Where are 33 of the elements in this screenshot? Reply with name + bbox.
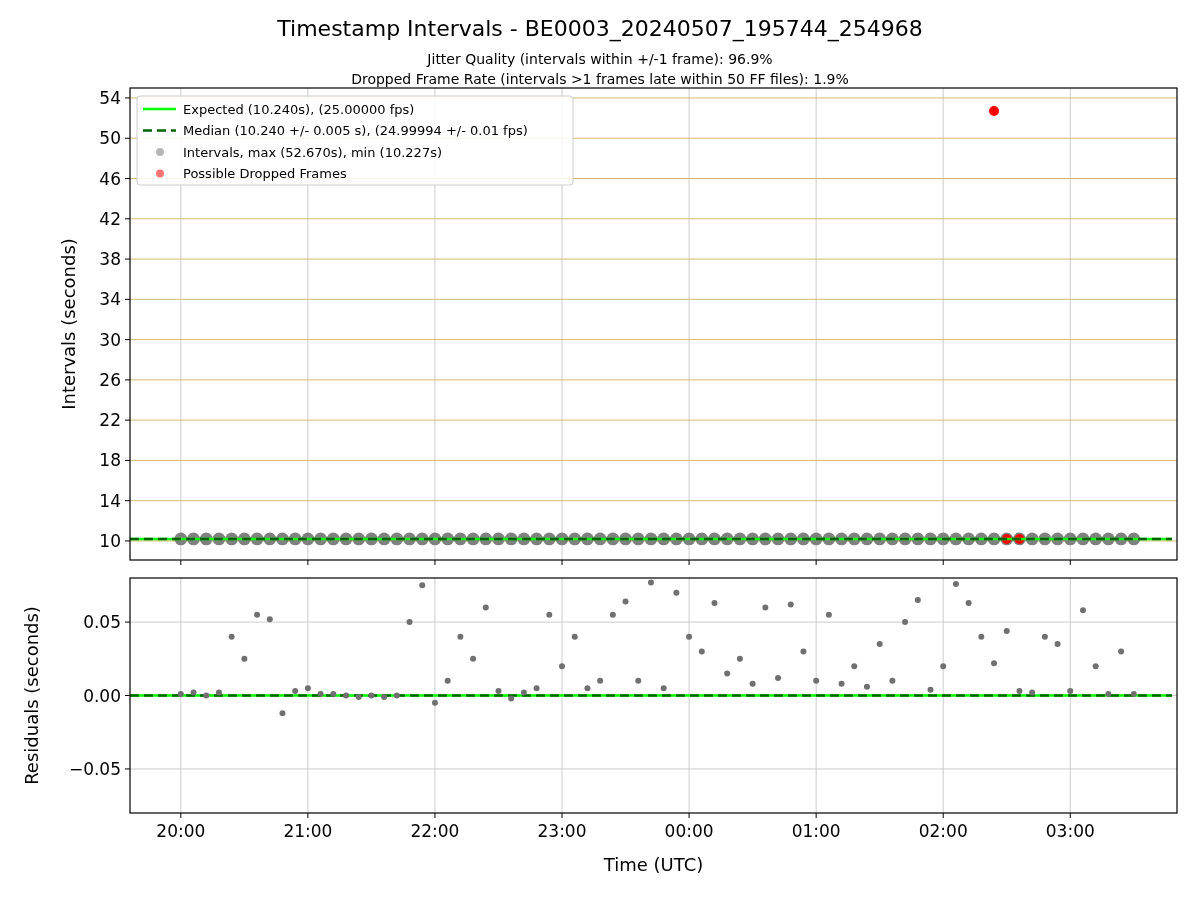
y-tick-label: 34 [99,289,121,310]
y-tick-label: 18 [99,450,121,471]
x-tick-label: 23:00 [537,821,587,841]
y-tick-label: 14 [99,490,121,511]
y-axis-label: Residuals (seconds) [21,606,42,785]
y-tick-label: −0.05 [68,758,121,779]
legend-label: Intervals, max (52.670s), min (10.227s) [183,144,442,160]
y-tick-label: 22 [99,410,121,431]
x-tick-label: 03:00 [1045,821,1095,841]
y-tick-label: 30 [99,329,121,350]
y-tick-label: 46 [99,168,121,189]
y-axis-label: Intervals (seconds) [58,238,79,410]
chart-title: Timestamp Intervals - BE0003_20240507_195744_254968 [277,16,923,41]
x-tick-label: 21:00 [283,821,333,841]
y-tick-label: 0.05 [83,612,121,633]
x-tick-label: 22:00 [410,821,460,841]
legend-label: Median (10.240 +/- 0.005 s), (24.99994 +/- 0.01 fps) [183,123,528,138]
legend-label: Expected (10.240s), (25.00000 fps) [183,101,415,117]
chart-subtitle: Jitter Quality (intervals within +/-1 frame): 96.9% [427,51,773,67]
y-tick-label: 50 [99,128,121,149]
y-tick-label: 26 [99,369,121,390]
x-tick-label: 20:00 [156,821,206,841]
chart-subtitle: Dropped Frame Rate (intervals >1 frames late within 50 FF files): 1.9% [351,71,849,87]
x-tick-label: 02:00 [918,821,968,841]
legend-label: Possible Dropped Frames [183,166,347,181]
x-tick-label: 00:00 [664,821,714,841]
x-axis-label: Time (UTC) [603,854,704,875]
y-tick-label: 38 [99,249,121,270]
y-tick-label: 42 [99,208,121,229]
y-tick-label: 10 [99,530,121,551]
y-tick-label: 0.00 [83,685,121,706]
y-tick-label: 54 [99,87,121,108]
x-tick-label: 01:00 [791,821,841,841]
